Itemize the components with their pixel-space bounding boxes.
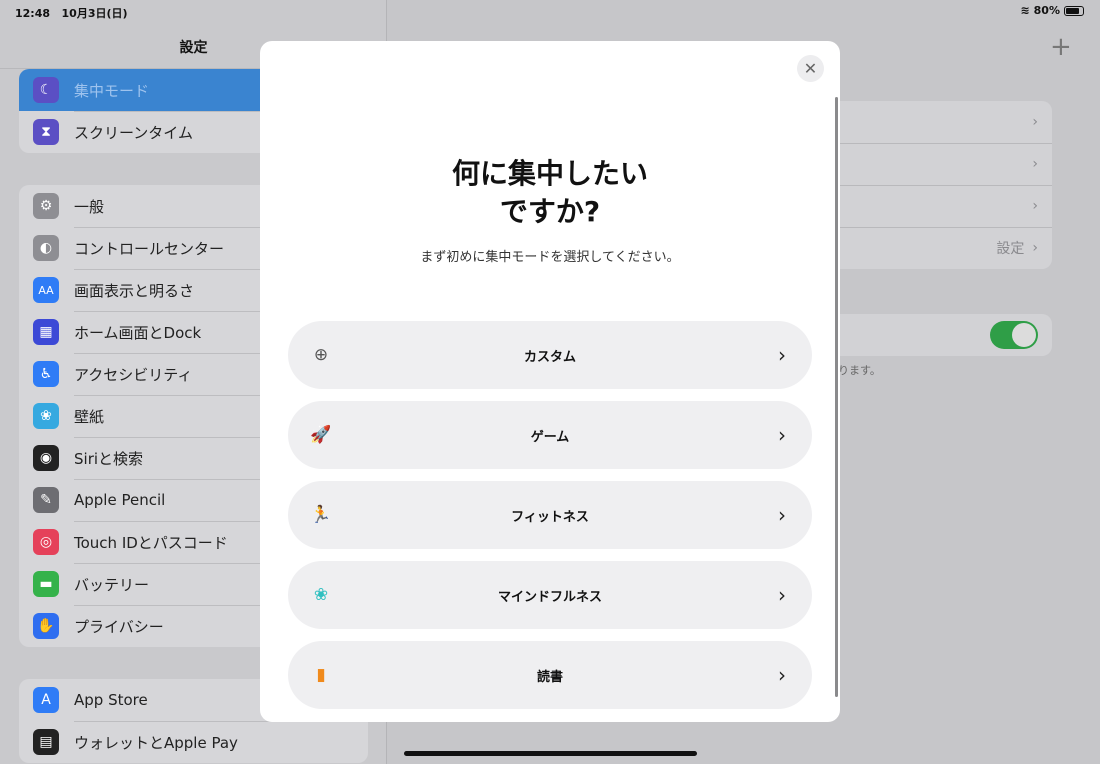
sidebar-item-label: バッテリー bbox=[74, 575, 150, 594]
sidebar-item-label: Touch IDとパスコード bbox=[74, 533, 228, 552]
rocket-icon: 🚀 bbox=[310, 425, 332, 445]
toggle-switch[interactable] bbox=[990, 321, 1038, 349]
close-icon: ✕ bbox=[803, 59, 818, 78]
sidebar-item-label: アクセシビリティ bbox=[74, 365, 193, 384]
focus-option[interactable]: 🚀 ゲーム › bbox=[288, 401, 812, 469]
sidebar-item-label: Siriと検索 bbox=[74, 449, 144, 468]
book-icon: ▮ bbox=[316, 665, 326, 685]
hand-icon: ✋ bbox=[33, 613, 59, 639]
app-store-icon: A bbox=[33, 687, 59, 713]
focus-option[interactable]: ❀ マインドフルネス › bbox=[288, 561, 812, 629]
chevron-right-icon: › bbox=[1032, 198, 1038, 214]
chevron-right-icon: › bbox=[778, 423, 786, 447]
running-icon: 🏃 bbox=[310, 505, 332, 525]
battery-percent: 80% bbox=[1033, 4, 1060, 17]
chevron-right-icon: › bbox=[1032, 156, 1038, 172]
focus-option[interactable]: ▮ 読書 › bbox=[288, 641, 812, 709]
focus-option-label: 読書 bbox=[536, 669, 563, 685]
battery-icon: ▬ bbox=[33, 571, 59, 597]
flower-icon: ❀ bbox=[313, 585, 329, 605]
chevron-right-icon: › bbox=[778, 663, 786, 687]
sidebar-item-label: 壁紙 bbox=[74, 407, 105, 426]
fingerprint-icon: ◎ bbox=[33, 529, 59, 555]
chevron-right-icon: › bbox=[1032, 240, 1038, 256]
sidebar-item-label: プライバシー bbox=[74, 617, 164, 636]
siri-icon: ◉ bbox=[33, 445, 59, 471]
accessibility-icon: ♿ bbox=[33, 361, 59, 387]
sidebar-item-label: 一般 bbox=[74, 197, 105, 216]
sidebar-item-label: ホーム画面とDock bbox=[74, 323, 202, 342]
pencil-icon: ✎ bbox=[33, 487, 59, 513]
modal-subtitle: まず初めに集中モードを選択してください。 bbox=[420, 250, 680, 265]
focus-option[interactable]: ⊕ カスタム › bbox=[288, 321, 812, 389]
sidebar-item[interactable]: ▤ ウォレットとApple Pay bbox=[19, 721, 368, 763]
modal-title: 何に集中したい ですか? bbox=[451, 157, 648, 228]
sidebar-item-label: ウォレットとApple Pay bbox=[74, 733, 238, 752]
focus-option[interactable]: 🏃 フィットネス › bbox=[288, 481, 812, 549]
status-time: 12:48 10月3日(日) bbox=[15, 7, 128, 20]
wallet-icon: ▤ bbox=[33, 729, 59, 755]
text-size-icon: AA bbox=[33, 277, 59, 303]
settings-value: 設定 bbox=[996, 241, 1025, 257]
close-button[interactable]: ✕ bbox=[797, 55, 824, 82]
chevron-right-icon: › bbox=[1032, 114, 1038, 130]
battery-icon bbox=[1064, 5, 1084, 16]
chevron-right-icon: › bbox=[778, 503, 786, 527]
sidebar-item-label: コントロールセンター bbox=[74, 239, 225, 258]
chevron-right-icon: › bbox=[778, 343, 786, 367]
grid-icon: ▦ bbox=[33, 319, 59, 345]
focus-option-label: カスタム bbox=[523, 349, 576, 365]
switches-icon: ◐ bbox=[33, 235, 59, 261]
hourglass-icon: ⧗ bbox=[33, 119, 59, 145]
footer-note: ります。 bbox=[838, 364, 881, 377]
sidebar-item-label: Apple Pencil bbox=[74, 491, 166, 509]
flower-icon: ❀ bbox=[33, 403, 59, 429]
wifi-icon: ≋ bbox=[1020, 4, 1030, 17]
plus-circle-icon: ⊕ bbox=[313, 345, 329, 365]
sidebar-item-label: App Store bbox=[74, 691, 148, 709]
focus-option-label: ゲーム bbox=[530, 429, 570, 445]
sidebar-item-label: 集中モード bbox=[74, 81, 150, 100]
gear-icon: ⚙ bbox=[33, 193, 59, 219]
sidebar-item-label: 画面表示と明るさ bbox=[74, 281, 195, 300]
add-button[interactable]: + bbox=[1050, 32, 1072, 62]
focus-option-label: フィットネス bbox=[511, 509, 589, 525]
focus-setup-modal: ✕ 何に集中したい ですか? まず初めに集中モードを選択してください。 ⊕ カスタム… bbox=[260, 41, 840, 722]
chevron-right-icon: › bbox=[778, 583, 786, 607]
home-indicator bbox=[404, 751, 697, 756]
moon-icon: ☾ bbox=[33, 77, 59, 103]
sidebar-item-label: スクリーンタイム bbox=[74, 123, 193, 142]
status-bar: 12:48 10月3日(日) ≋ 80% bbox=[0, 0, 1100, 24]
focus-option-label: マインドフルネス bbox=[497, 589, 602, 605]
